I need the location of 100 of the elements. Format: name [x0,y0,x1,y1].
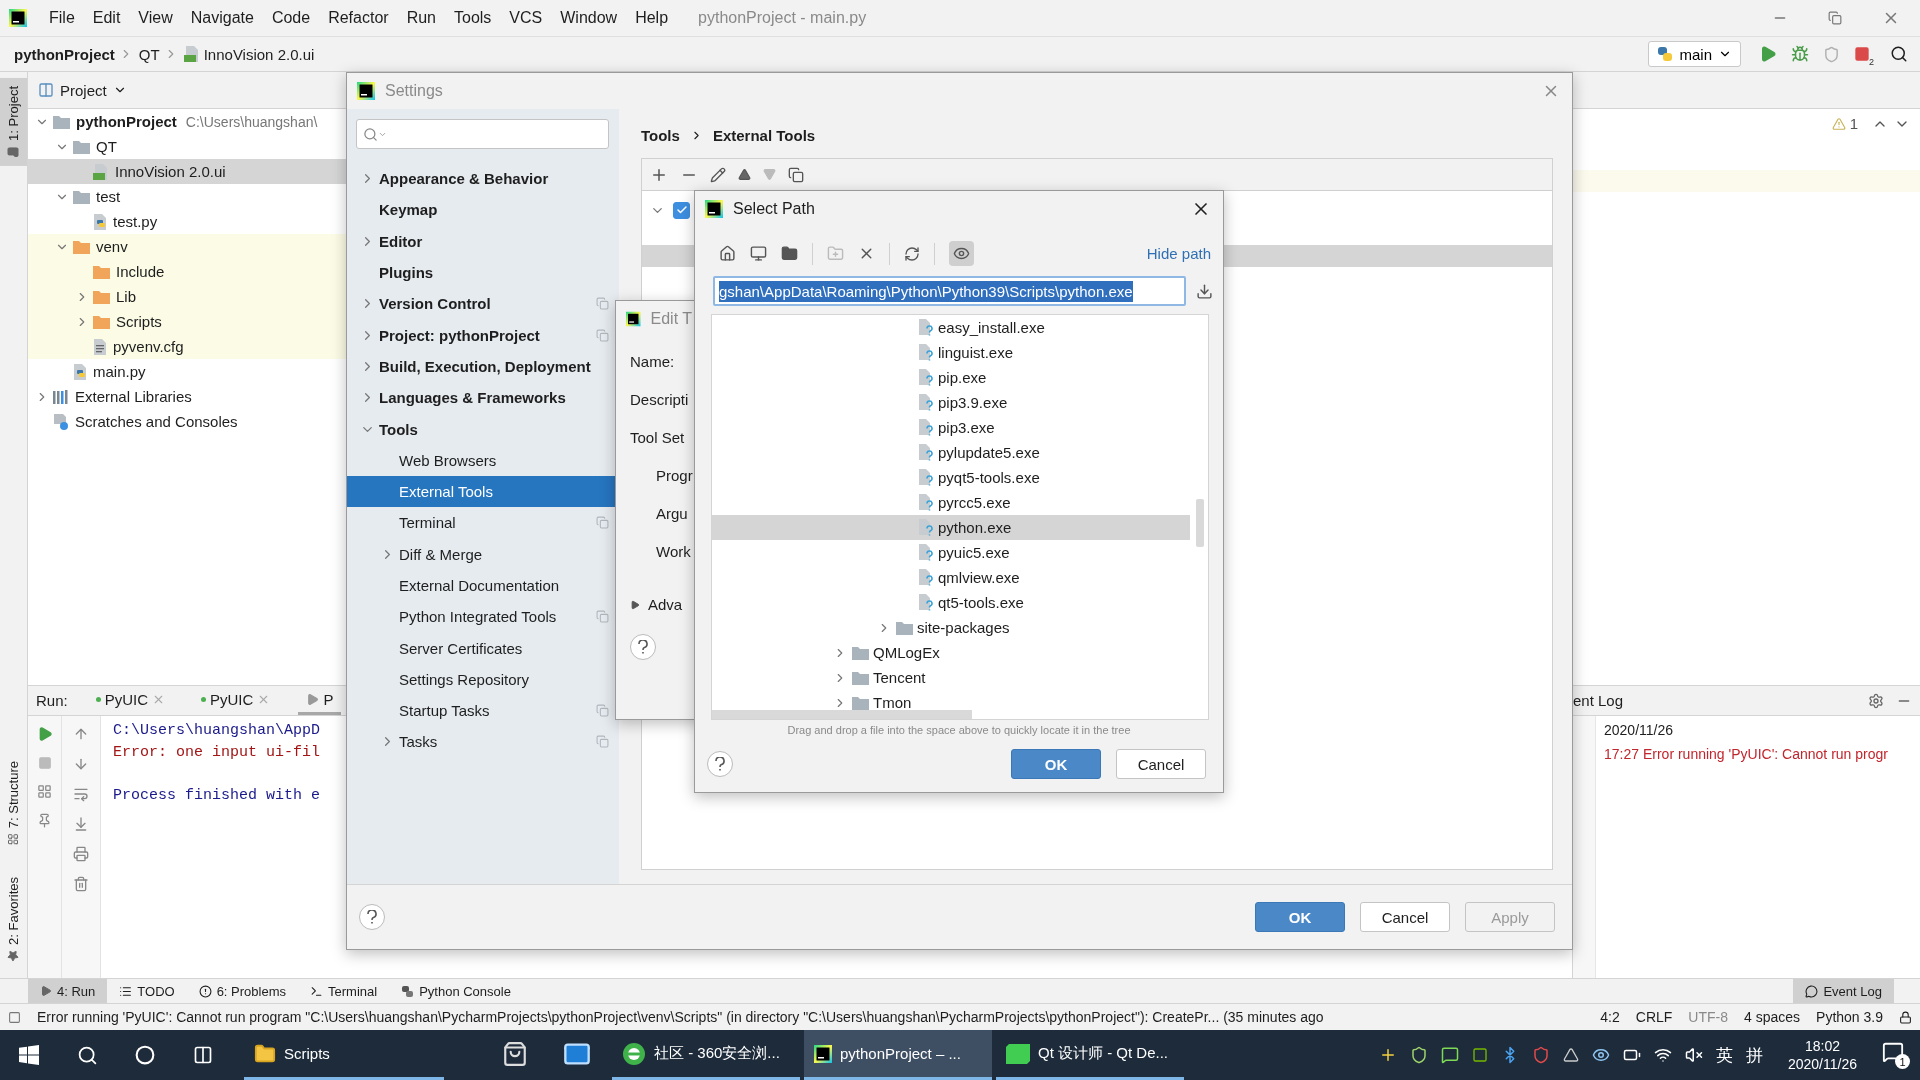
debug-icon[interactable] [1791,45,1809,63]
tree-item[interactable]: pyvenv.cfg [28,334,346,359]
menu-item[interactable]: Edit [84,6,129,30]
help-button[interactable] [707,751,733,777]
task-view-icon[interactable] [193,1045,213,1065]
tree-item[interactable]: main.py [28,359,346,384]
tree-item[interactable]: External Libraries [28,384,346,409]
status-item[interactable]: Python 3.9 [1816,1009,1883,1025]
run-icon[interactable] [1759,45,1777,63]
settings-nav-item[interactable]: Settings Repository [347,663,619,696]
file-tree-item[interactable]: pyqt5-tools.exe [712,465,1190,490]
tree-item[interactable]: venv [28,234,346,259]
taskbar-app[interactable]: 社区 - 360安全浏... [612,1030,800,1080]
taskbar-app[interactable]: pythonProject – ... [804,1030,992,1080]
breadcrumb-item[interactable]: InnoVision 2.0.ui [203,45,315,63]
desktop-icon[interactable] [750,245,767,262]
tree-item[interactable]: QT [28,134,346,159]
file-tree-item[interactable]: pip3.9.exe [712,390,1190,415]
tray-eye-icon[interactable] [1591,1046,1610,1064]
checkbox[interactable] [673,201,690,219]
scroll-to-end-icon[interactable] [73,816,89,832]
side-tab[interactable]: 1: Project [0,78,27,166]
status-item[interactable]: 4:2 [1600,1009,1620,1025]
menu-item[interactable]: Window [552,6,626,30]
tool-window-tab[interactable]: Event Log [1793,979,1894,1003]
run-tab[interactable]: PyUIC [87,686,174,715]
tree-item[interactable]: InnoVision 2.0.ui [28,159,346,184]
move-up-icon[interactable] [738,168,751,181]
file-tree-item[interactable]: pyuic5.exe [712,540,1190,565]
dialog-button[interactable]: OK [1255,902,1345,932]
breadcrumb-item[interactable]: QT [138,45,160,63]
settings-nav-item[interactable]: Tools [347,413,619,445]
home-icon[interactable] [719,245,736,262]
side-tab[interactable]: 7: Structure [0,752,27,854]
tree-item[interactable]: Scripts [28,309,346,334]
menu-item[interactable]: Navigate [182,6,262,30]
gpu-icon[interactable] [1471,1047,1488,1063]
file-tree-item[interactable]: pip.exe [712,365,1190,390]
search-field[interactable] [356,119,609,149]
project-view-dropdown[interactable]: Project [60,81,127,99]
advanced-toggle[interactable]: Adva [630,596,704,613]
settings-nav-item[interactable]: Project: pythonProject [347,319,619,351]
tool-window-tab[interactable]: Terminal [298,979,390,1003]
dialog-button[interactable]: Cancel [1360,902,1450,932]
tree-item[interactable]: test [28,184,346,209]
input-language[interactable]: 英 [1715,1043,1733,1067]
menu-item[interactable]: Run [398,6,444,30]
restore-icon[interactable] [1828,11,1842,25]
tool-window-tab[interactable]: TODO [107,979,187,1003]
help-button[interactable] [359,904,385,930]
chat-icon[interactable] [1440,1046,1459,1064]
download-icon[interactable] [1196,282,1213,300]
settings-nav-item[interactable]: Appearance & Behavior [347,163,619,195]
wifi-icon[interactable] [1653,1046,1672,1064]
layout-icon[interactable] [37,784,52,799]
taskbar-app[interactable]: Qt 设计师 - Qt De... [996,1030,1184,1080]
settings-nav-item[interactable]: Editor [347,225,619,257]
status-item[interactable]: 4 spaces [1744,1009,1801,1025]
file-tree-item[interactable]: pylupdate5.exe [712,440,1190,465]
settings-nav-item[interactable]: Web Browsers [347,444,619,476]
windows-start-icon[interactable] [19,1045,39,1065]
settings-nav-item[interactable]: External Documentation [347,569,619,602]
file-tree-item[interactable]: site-packages [712,615,1190,640]
settings-nav-item[interactable]: Build, Execution, Deployment [347,350,619,383]
tree-item[interactable]: Include [28,259,346,284]
file-tree-item[interactable]: easy_install.exe [712,315,1190,340]
run-config-dropdown[interactable]: main [1648,41,1741,67]
settings-nav-item[interactable]: Languages & Frameworks [347,382,619,414]
file-tree-item[interactable]: qmlview.exe [712,565,1190,590]
project-folder-icon[interactable] [781,245,798,262]
tool-window-tab[interactable]: Python Console [389,979,523,1003]
settings-nav-item[interactable]: Plugins [347,256,619,289]
shield-icon[interactable] [1409,1046,1428,1064]
show-hidden-button[interactable] [949,241,974,266]
soft-wrap-icon[interactable] [73,786,89,802]
cortana-icon[interactable] [135,1045,155,1065]
settings-nav-item[interactable]: Python Integrated Tools [347,601,619,633]
refresh-icon[interactable] [904,245,920,262]
copy-icon[interactable] [788,166,804,183]
status-item[interactable]: CRLF [1635,1009,1673,1025]
settings-nav-item[interactable]: Version Control [347,288,619,320]
menu-item[interactable]: Tools [446,6,500,30]
run-tab[interactable]: PyUIC [193,686,279,715]
file-tree-item[interactable]: pip3.exe [712,415,1190,440]
settings-nav-item[interactable]: Startup Tasks [347,695,619,727]
tool-window-tab[interactable]: 6: Problems [186,979,298,1003]
tree-item[interactable]: Lib [28,284,346,309]
search-icon[interactable] [1890,45,1908,63]
help-button[interactable] [630,634,656,660]
tree-item[interactable]: pythonProject C:\Users\huangshan\ [28,109,346,134]
lock-icon[interactable] [1899,1010,1912,1024]
input-mode[interactable]: 拼 [1745,1043,1763,1067]
file-tree-item[interactable]: qt5-tools.exe [712,590,1190,615]
menu-item[interactable]: Code [263,6,319,30]
security-icon[interactable] [1531,1046,1550,1064]
edit-icon[interactable] [710,166,726,183]
run-tab[interactable]: P [298,686,342,715]
path-field[interactable]: gshan\AppData\Roaming\Python\Python39\Scripts\python.exe [713,276,1186,306]
warning-count[interactable]: 1 [1831,115,1858,132]
clock[interactable]: 18:02 2020/11/26 [1787,1038,1857,1072]
